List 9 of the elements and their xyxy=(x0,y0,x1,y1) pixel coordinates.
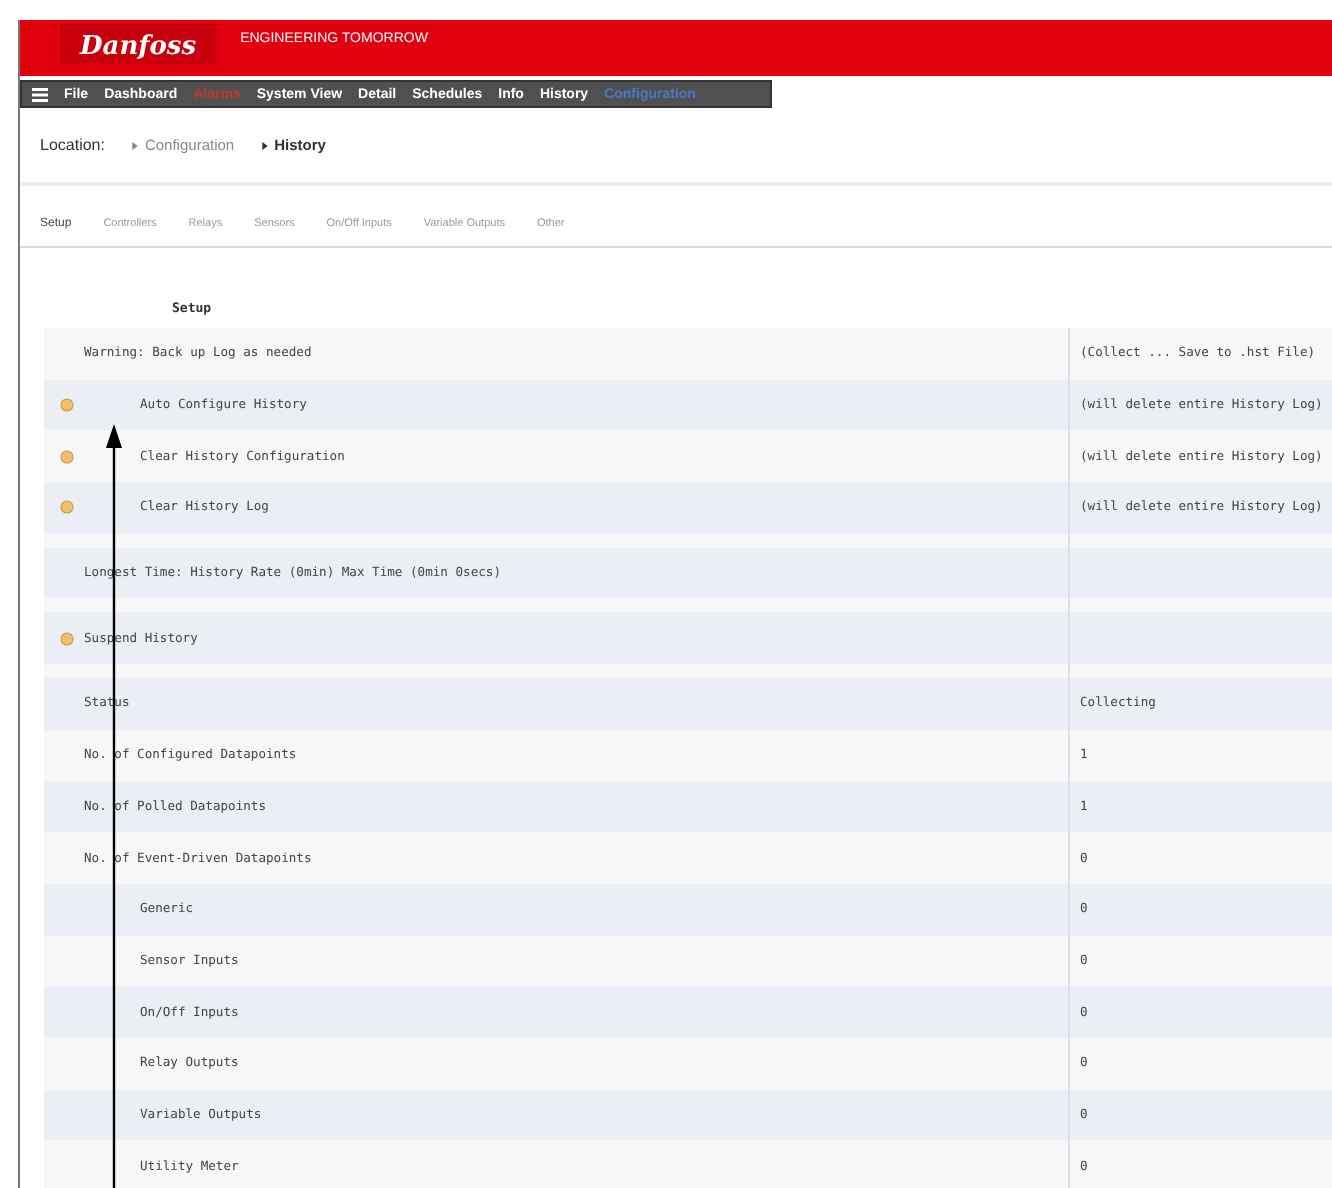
round-button-icon[interactable] xyxy=(60,500,74,515)
logo: Danfoss xyxy=(60,24,217,64)
location-label: Location: xyxy=(40,136,105,154)
round-button-icon[interactable] xyxy=(60,449,74,464)
round-button-icon[interactable] xyxy=(60,398,74,413)
menu-icon[interactable] xyxy=(32,87,48,101)
triangle-icon xyxy=(132,141,139,149)
triangle-icon xyxy=(262,141,269,149)
round-button-icon[interactable] xyxy=(60,631,74,646)
